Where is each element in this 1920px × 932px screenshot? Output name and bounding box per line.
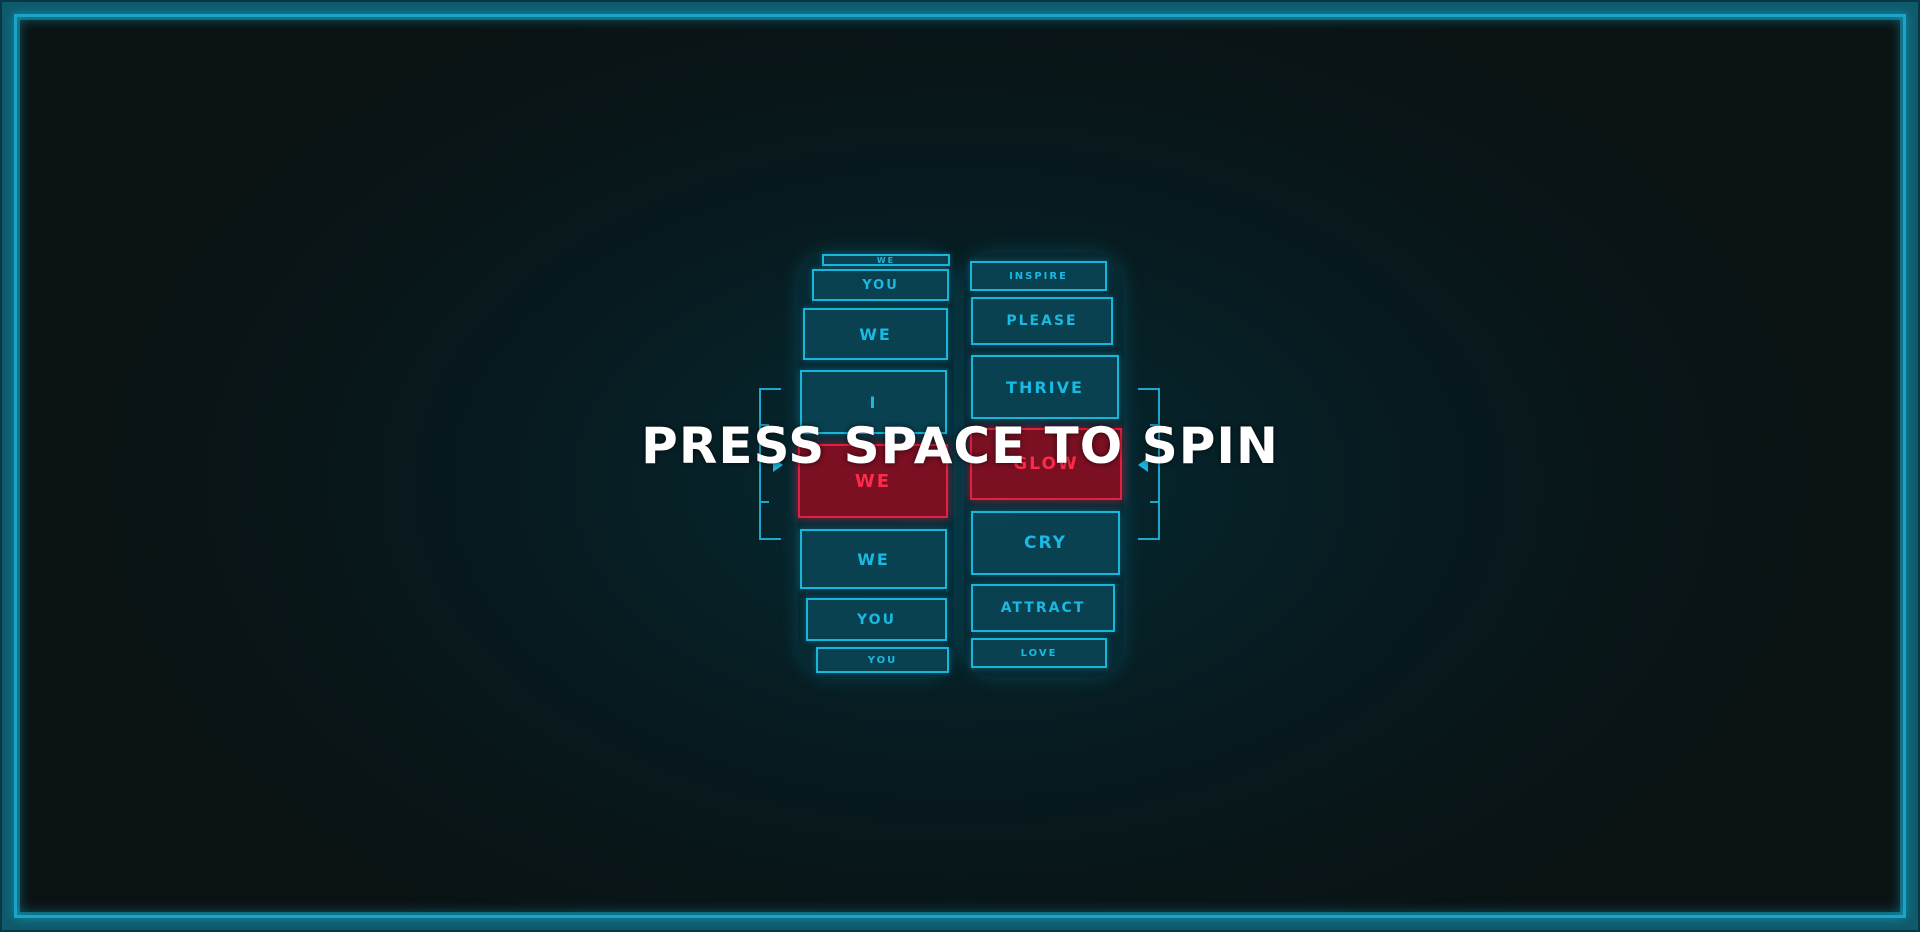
reel-symbol: WE	[803, 308, 948, 360]
reel-symbol: YOU	[816, 647, 949, 673]
reel-symbol: WE	[822, 254, 950, 266]
reel-symbol: YOU	[812, 269, 949, 301]
left-bracket-tick	[759, 501, 769, 503]
spin-prompt: PRESS SPACE TO SPIN	[641, 417, 1279, 475]
reel-symbol: ATTRACT	[971, 584, 1115, 632]
right-bracket-tick	[1150, 501, 1160, 503]
reel-symbol: LOVE	[971, 638, 1107, 668]
reel-symbol: CRY	[971, 511, 1120, 575]
reel-symbol: YOU	[806, 598, 947, 641]
reel-symbol: THRIVE	[971, 355, 1119, 419]
reel-symbol: WE	[800, 529, 947, 589]
reel-symbol: INSPIRE	[970, 261, 1107, 291]
reel-symbol: PLEASE	[971, 297, 1113, 345]
